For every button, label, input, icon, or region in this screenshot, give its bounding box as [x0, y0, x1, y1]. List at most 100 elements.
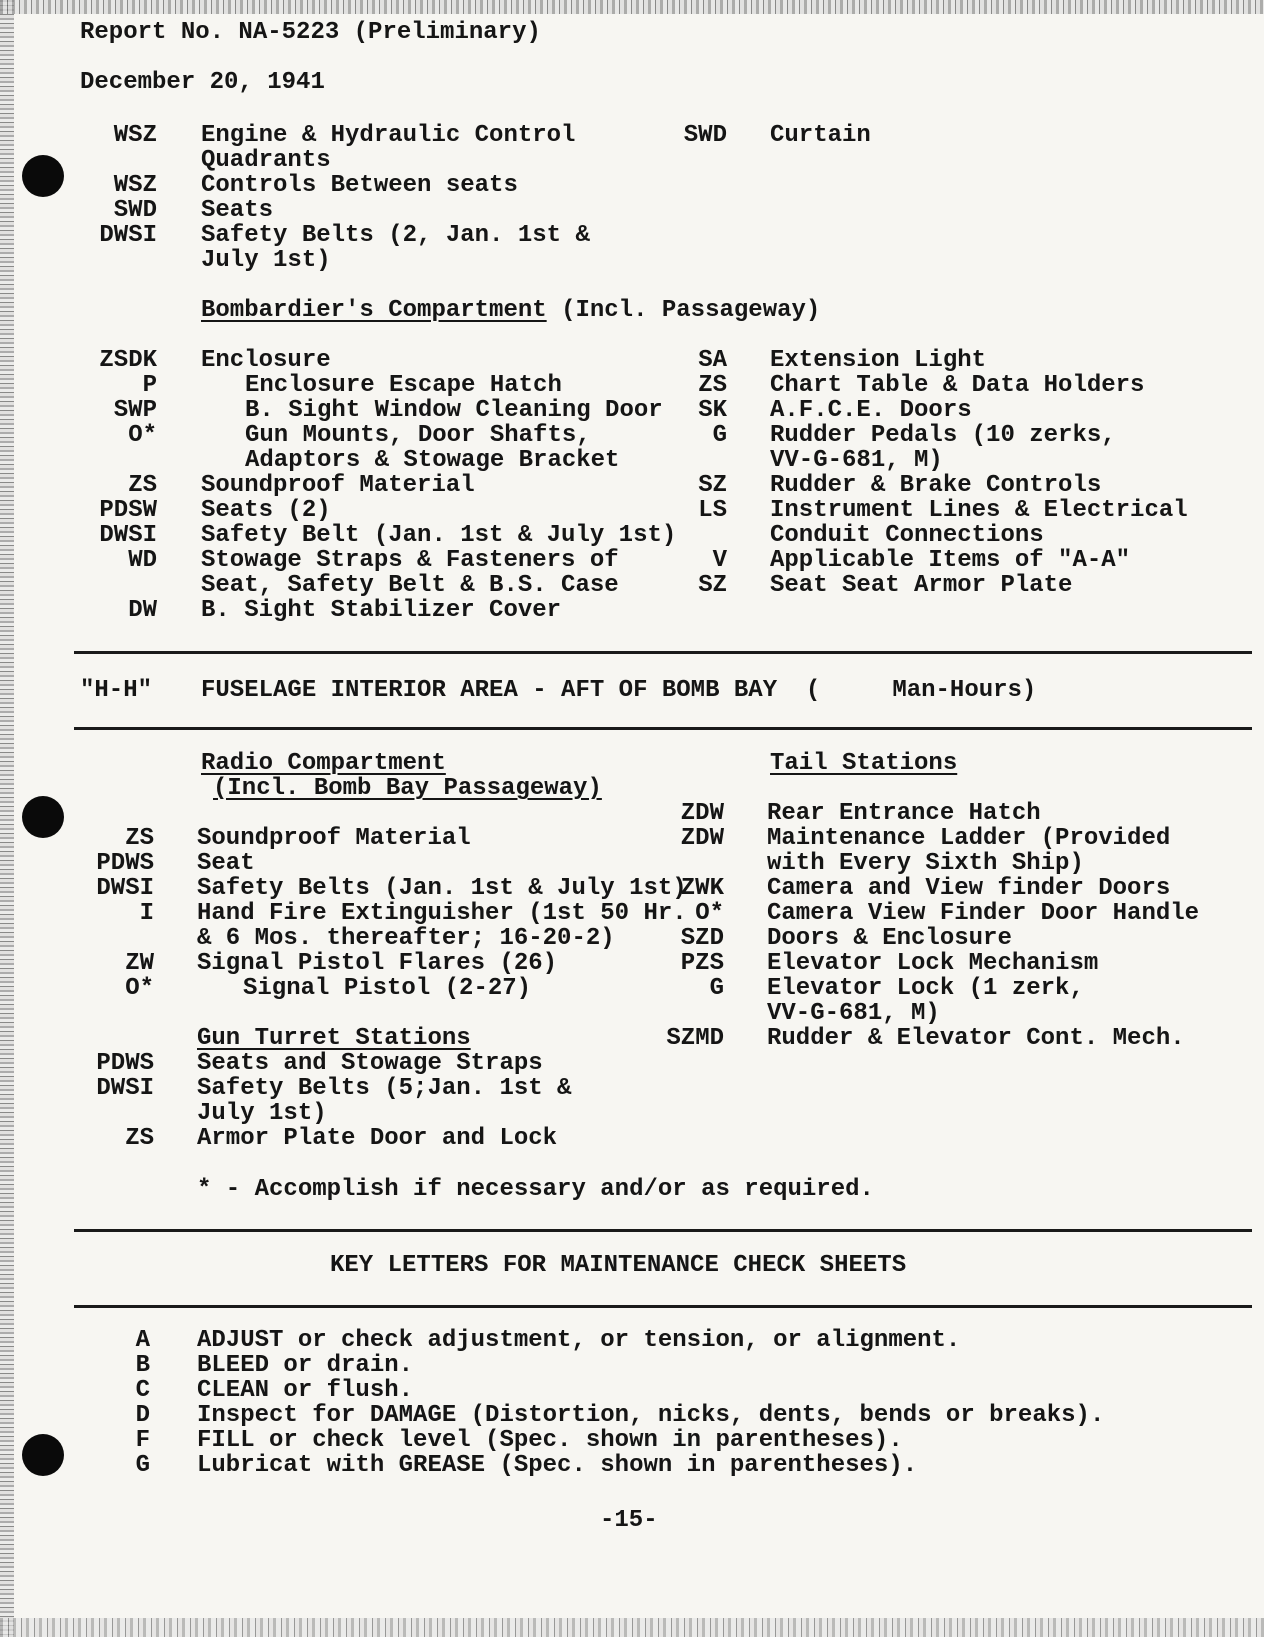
- item-text: Curtain: [770, 122, 871, 149]
- item-text: Soundproof Material: [201, 472, 475, 499]
- item-text: ADJUST or check adjustment, or tension, …: [197, 1327, 961, 1354]
- scan-edge-top: [0, 0, 1264, 14]
- item-text: B. Sight Stabilizer Cover: [201, 597, 562, 624]
- item-code: SZ: [698, 572, 727, 599]
- gun-turret-section-title: Gun Turret Stations: [197, 1026, 471, 1051]
- item-code: G: [712, 422, 727, 449]
- item-code: ZS: [698, 372, 727, 399]
- punch-hole: [22, 155, 64, 197]
- item-code: SZ: [698, 472, 727, 499]
- section-hh-title: FUSELAGE INTERIOR AREA - AFT OF BOMB BAY…: [201, 677, 1037, 704]
- item-text: Safety Belts (2, Jan. 1st &: [201, 222, 590, 249]
- item-text: Signal Pistol Flares (26): [197, 950, 558, 977]
- item-text: & 6 Mos. thereafter; 16-20-2): [197, 925, 615, 952]
- item-code: C: [135, 1377, 150, 1404]
- divider: [74, 1305, 1252, 1308]
- item-text: with Every Sixth Ship): [767, 850, 1084, 877]
- page-number: -15-: [600, 1507, 658, 1534]
- item-code: PZS: [680, 950, 724, 977]
- item-text: Stowage Straps & Fasteners of: [201, 547, 619, 574]
- item-text: Engine & Hydraulic Control: [201, 122, 576, 149]
- section-heading: Bombardier's Compartment: [201, 297, 547, 324]
- item-code: LS: [698, 497, 727, 524]
- item-text: Safety Belts (Jan. 1st & July 1st): [197, 875, 687, 902]
- section-subtitle: (Incl. Bomb Bay Passageway): [213, 775, 602, 802]
- item-text: Camera and View finder Doors: [767, 875, 1171, 902]
- item-text: Soundproof Material: [197, 825, 471, 852]
- report-date: December 20, 1941: [80, 69, 325, 96]
- item-code: PDWS: [96, 850, 154, 877]
- item-code: DWSI: [99, 522, 157, 549]
- item-code: SWD: [113, 197, 157, 224]
- item-text: BLEED or drain.: [197, 1352, 414, 1379]
- item-text: July 1st): [197, 1100, 327, 1127]
- item-code: G: [709, 975, 724, 1002]
- item-text: Adaptors & Stowage Bracket: [245, 447, 620, 474]
- item-text: CLEAN or flush.: [197, 1377, 414, 1404]
- item-code: DWSI: [96, 875, 154, 902]
- item-code: ZS: [125, 1125, 154, 1152]
- item-text: Enclosure Escape Hatch: [245, 372, 562, 399]
- item-text: Applicable Items of "A-A": [770, 547, 1131, 574]
- item-text: Enclosure: [201, 347, 331, 374]
- item-text: FILL or check level (Spec. shown in pare…: [197, 1427, 903, 1454]
- item-text: Rear Entrance Hatch: [767, 800, 1041, 827]
- item-text: Controls Between seats: [201, 172, 518, 199]
- item-code: SWP: [113, 397, 157, 424]
- item-text: B. Sight Window Cleaning Door: [245, 397, 663, 424]
- item-text: Instrument Lines & Electrical: [770, 497, 1188, 524]
- item-text: Quadrants: [201, 147, 331, 174]
- item-code: PDSW: [99, 497, 157, 524]
- item-code: V: [712, 547, 727, 574]
- item-text: Seats (2): [201, 497, 331, 524]
- item-text: Conduit Connections: [770, 522, 1044, 549]
- item-code: O*: [695, 900, 724, 927]
- item-code: ZDW: [680, 800, 724, 827]
- item-code: ZWK: [680, 875, 724, 902]
- item-code: I: [139, 900, 154, 927]
- item-code: DW: [128, 597, 157, 624]
- section-heading: Tail Stations: [770, 750, 958, 777]
- item-code: F: [135, 1427, 150, 1454]
- item-code: ZS: [128, 472, 157, 499]
- item-text: Safety Belts (5;Jan. 1st &: [197, 1075, 572, 1102]
- punch-hole: [22, 1434, 64, 1476]
- item-text: Extension Light: [770, 347, 987, 374]
- divider: [74, 651, 1252, 654]
- section-heading: Gun Turret Stations: [197, 1025, 471, 1052]
- section-hh-code: "H-H": [80, 677, 153, 704]
- scan-edge-left: [0, 0, 14, 1637]
- item-text: Lubricat with GREASE (Spec. shown in par…: [197, 1452, 918, 1479]
- item-text: Maintenance Ladder (Provided: [767, 825, 1171, 852]
- item-text: Camera View Finder Door Handle: [767, 900, 1200, 927]
- item-code: DWSI: [96, 1075, 154, 1102]
- item-text: VV-G-681, M): [767, 1000, 940, 1027]
- item-text: Gun Mounts, Door Shafts,: [245, 422, 591, 449]
- item-code: PDWS: [96, 1050, 154, 1077]
- item-code: O*: [128, 422, 157, 449]
- item-text: Seats and Stowage Straps: [197, 1050, 543, 1077]
- item-code: ZSDK: [99, 347, 157, 374]
- item-code: ZS: [125, 825, 154, 852]
- item-code: SZD: [680, 925, 724, 952]
- item-code: D: [135, 1402, 150, 1429]
- item-code: ZW: [125, 950, 154, 977]
- item-code: O*: [125, 975, 154, 1002]
- punch-hole: [22, 796, 64, 838]
- bombardier-section-title: Bombardier's Compartment (Incl. Passagew…: [201, 298, 820, 323]
- divider: [74, 727, 1252, 730]
- item-text: A.F.C.E. Doors: [770, 397, 972, 424]
- item-text: Seats: [201, 197, 274, 224]
- item-text: Chart Table & Data Holders: [770, 372, 1145, 399]
- item-text: VV-G-681, M): [770, 447, 943, 474]
- item-code: SA: [698, 347, 727, 374]
- item-text: Safety Belt (Jan. 1st & July 1st): [201, 522, 677, 549]
- item-code: DWSI: [99, 222, 157, 249]
- item-text: Seat Seat Armor Plate: [770, 572, 1073, 599]
- item-text: Armor Plate Door and Lock: [197, 1125, 558, 1152]
- item-code: B: [135, 1352, 150, 1379]
- item-code: WD: [128, 547, 157, 574]
- item-text: Signal Pistol (2-27): [243, 975, 532, 1002]
- item-code: P: [142, 372, 157, 399]
- item-text: Seat, Safety Belt & B.S. Case: [201, 572, 619, 599]
